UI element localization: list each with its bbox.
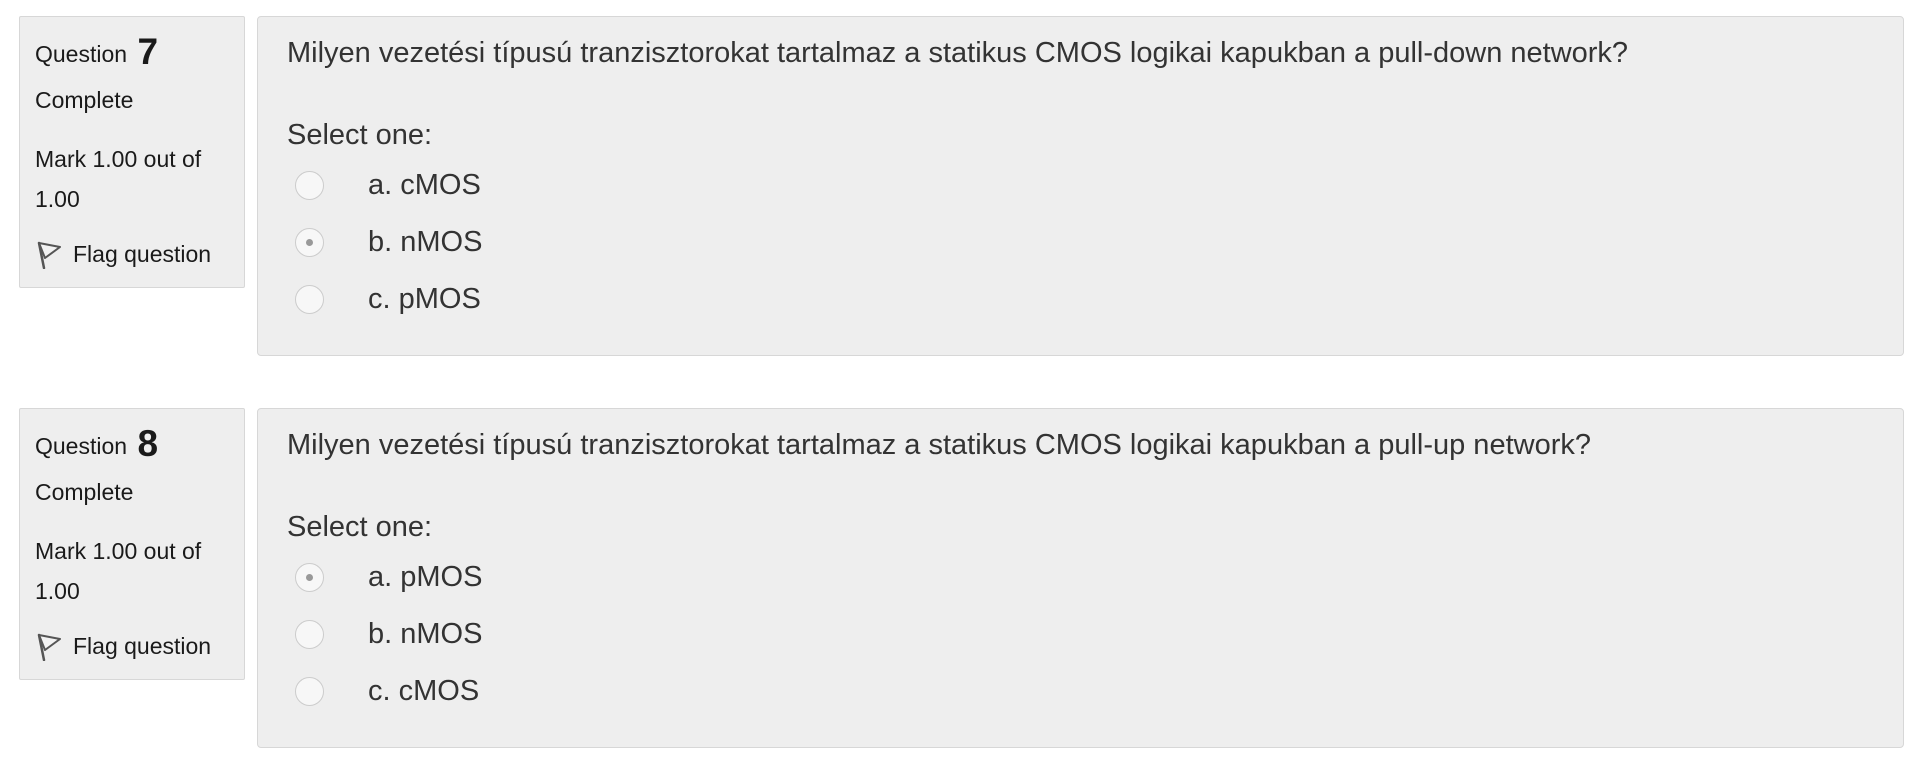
question-state: Complete xyxy=(35,479,134,505)
question-block: Question 8 Complete Mark 1.00 out of 1.0… xyxy=(0,392,1918,748)
answer-option[interactable]: b. nMOS xyxy=(295,220,695,264)
answer-label: a. pMOS xyxy=(368,560,483,593)
question-grade: Mark 1.00 out of 1.00 xyxy=(35,538,202,604)
radio-button[interactable] xyxy=(295,170,324,200)
question-number-value: 8 xyxy=(137,423,159,464)
flag-question-button[interactable]: Flag question xyxy=(35,239,212,270)
question-label: Question xyxy=(35,41,128,67)
question-number: Question 8 xyxy=(35,421,159,464)
answer-option[interactable]: b. nMOS xyxy=(295,612,695,656)
question-content: Milyen vezetési típusú tranzisztorokat t… xyxy=(257,16,1904,356)
question-state: Complete xyxy=(35,87,134,113)
radio-button[interactable] xyxy=(295,676,324,706)
answer-option[interactable]: a. pMOS xyxy=(295,555,695,599)
answer-label: c. pMOS xyxy=(368,282,481,315)
flag-question-label: Flag question xyxy=(73,240,212,267)
question-text: Milyen vezetési típusú tranzisztorokat t… xyxy=(287,37,1629,69)
question-grade: Mark 1.00 out of 1.00 xyxy=(35,146,202,212)
radio-button[interactable] xyxy=(295,284,324,314)
answer-label: c. cMOS xyxy=(368,674,480,707)
answer-option[interactable]: a. cMOS xyxy=(295,163,695,207)
flag-icon xyxy=(35,239,63,270)
answer-label: a. cMOS xyxy=(368,168,481,201)
answer-option[interactable]: c. pMOS xyxy=(295,277,695,321)
select-one-prompt: Select one: xyxy=(287,119,433,151)
answer-option[interactable]: c. cMOS xyxy=(295,669,695,713)
radio-button[interactable] xyxy=(295,227,324,257)
radio-button[interactable] xyxy=(295,619,324,649)
flag-question-label: Flag question xyxy=(73,632,212,659)
question-info-panel: Question 7 Complete Mark 1.00 out of 1.0… xyxy=(19,16,245,288)
question-number-value: 7 xyxy=(137,31,159,72)
question-content: Milyen vezetési típusú tranzisztorokat t… xyxy=(257,408,1904,748)
answer-label: b. nMOS xyxy=(368,617,483,650)
flag-icon xyxy=(35,631,63,662)
question-number: Question 7 xyxy=(35,29,159,72)
question-block: Question 7 Complete Mark 1.00 out of 1.0… xyxy=(0,0,1918,356)
question-label: Question xyxy=(35,433,128,459)
answer-label: b. nMOS xyxy=(368,225,483,258)
radio-button[interactable] xyxy=(295,562,324,592)
question-info-panel: Question 8 Complete Mark 1.00 out of 1.0… xyxy=(19,408,245,680)
question-text: Milyen vezetési típusú tranzisztorokat t… xyxy=(287,429,1591,461)
select-one-prompt: Select one: xyxy=(287,511,433,543)
flag-question-button[interactable]: Flag question xyxy=(35,631,212,662)
